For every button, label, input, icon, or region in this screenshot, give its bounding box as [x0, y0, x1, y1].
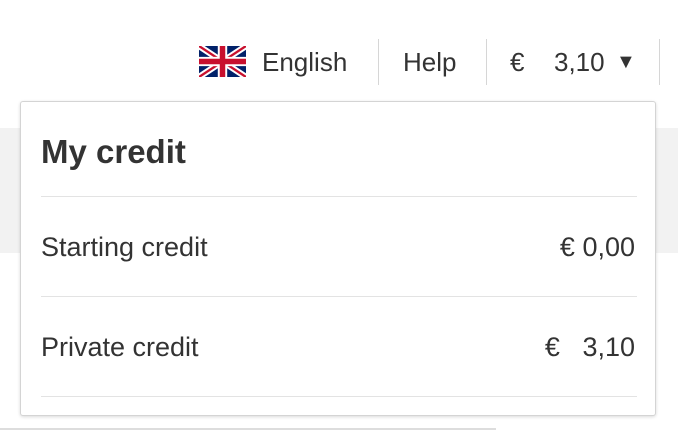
credit-panel-title: My credit	[41, 133, 186, 170]
private-credit-value: € 3,10	[544, 332, 635, 362]
divider	[41, 196, 637, 197]
divider	[41, 296, 637, 297]
nav-separator	[659, 39, 660, 85]
top-navigation-bar: English Help € 3,10 ▼	[0, 0, 678, 100]
language-selector[interactable]: English	[262, 46, 347, 78]
credit-amount: 3,10	[554, 47, 605, 77]
uk-flag-icon[interactable]	[199, 46, 246, 77]
bottom-divider	[0, 428, 496, 430]
help-link[interactable]: Help	[403, 46, 456, 78]
starting-credit-value: € 0,00	[559, 232, 635, 262]
nav-separator	[486, 39, 487, 85]
starting-credit-label: Starting credit	[41, 232, 208, 262]
private-credit-label: Private credit	[41, 332, 199, 362]
nav-separator	[378, 39, 379, 85]
credit-dropdown-toggle[interactable]: € 3,10 ▼	[510, 46, 640, 78]
divider	[41, 396, 637, 397]
credit-currency-symbol: €	[510, 47, 525, 77]
caret-down-icon: ▼	[616, 51, 636, 73]
credit-dropdown-panel: My credit Starting credit € 0,00 Private…	[20, 101, 656, 416]
